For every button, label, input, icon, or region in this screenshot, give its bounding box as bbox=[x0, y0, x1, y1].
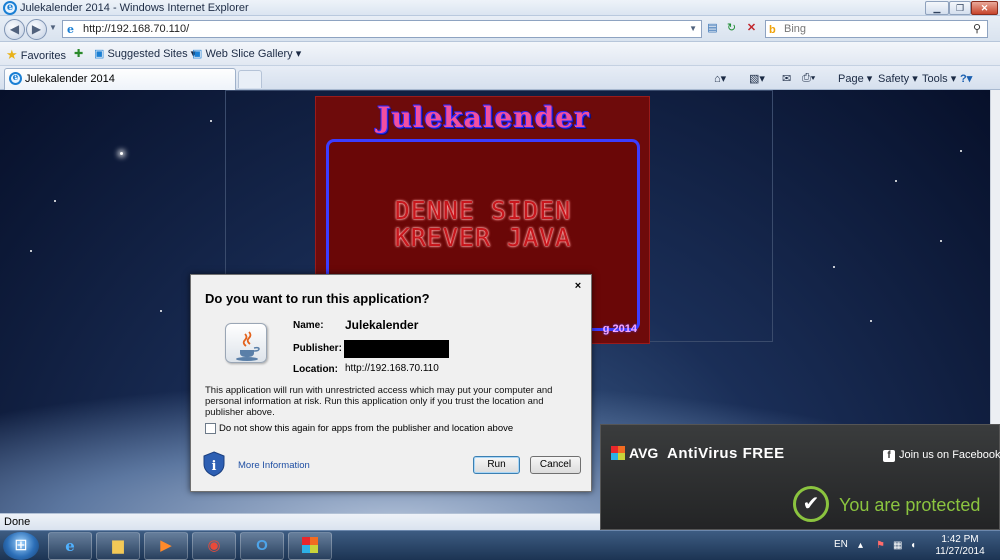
star-decoration bbox=[960, 150, 962, 152]
address-bar: ◀ ▶ ▼ e http://192.168.70.110/ ▼ ▤ ↻ ✕ b… bbox=[0, 16, 1000, 42]
star-decoration bbox=[210, 120, 212, 122]
page-icon: ▣ bbox=[192, 48, 203, 60]
taskbar-media-player-icon[interactable]: ▶ bbox=[144, 532, 188, 560]
window-title: Julekalender 2014 - Windows Internet Exp… bbox=[20, 2, 249, 14]
page-menu[interactable]: Page ▾ bbox=[838, 72, 872, 85]
close-window-button[interactable]: ✕ bbox=[971, 1, 998, 15]
maximize-button[interactable]: ❐ bbox=[949, 1, 971, 15]
tab-favicon: e bbox=[9, 72, 22, 85]
url-input[interactable]: e http://192.168.70.110/ ▼ bbox=[62, 20, 702, 38]
tab-julekalender[interactable]: e Julekalender 2014 bbox=[4, 68, 236, 90]
taskbar-chrome-icon[interactable]: ◉ bbox=[192, 532, 236, 560]
name-label: Name: bbox=[293, 320, 324, 331]
search-placeholder: Bing bbox=[784, 23, 807, 35]
language-indicator[interactable]: EN bbox=[834, 539, 848, 550]
run-button[interactable]: Run bbox=[473, 456, 520, 474]
avg-product-name: AntiVirus FREE bbox=[667, 445, 785, 462]
url-text: http://192.168.70.110/ bbox=[83, 23, 190, 35]
location-label: Location: bbox=[293, 364, 338, 375]
url-dropdown-icon[interactable]: ▼ bbox=[689, 21, 697, 37]
mail-icon[interactable]: ✉ bbox=[782, 72, 791, 85]
status-text: Done bbox=[4, 516, 31, 528]
taskbar-ie-icon[interactable]: e bbox=[48, 532, 92, 560]
risk-warning-text: This application will run with unrestric… bbox=[205, 385, 553, 418]
star-decoration bbox=[870, 320, 872, 322]
avg-logo-icon bbox=[611, 446, 625, 460]
print-icon[interactable]: ⎙▾ bbox=[802, 72, 815, 85]
favorites-bar: ★ Favorites ✚ ▣ Suggested Sites ▾ ▣ Web … bbox=[0, 42, 1000, 66]
taskbar-explorer-icon[interactable]: ▆ bbox=[96, 532, 140, 560]
publisher-label: Publisher: bbox=[293, 343, 342, 354]
system-clock[interactable]: 1:42 PM 11/27/2014 bbox=[932, 534, 988, 558]
title-bar: e Julekalender 2014 - Windows Internet E… bbox=[0, 0, 1000, 16]
new-tab-button[interactable] bbox=[238, 70, 262, 88]
page-icon: e bbox=[67, 23, 74, 36]
start-button[interactable]: ⊞ bbox=[3, 532, 39, 560]
java-security-dialog: Do you want to run this application? × N… bbox=[190, 274, 592, 492]
tray-network-icon[interactable]: ▦ bbox=[893, 540, 902, 551]
history-dropdown-icon[interactable]: ▼ bbox=[49, 23, 57, 32]
help-icon[interactable]: ?▾ bbox=[960, 72, 972, 85]
tray-action-center-icon[interactable]: ⚑ bbox=[876, 540, 885, 551]
info-shield-icon: i bbox=[203, 451, 225, 477]
taskbar: ⊞ e ▆ ▶ ◉ O EN ▴ ⚑ ▦ ◖ 1:42 PM 11/27/201… bbox=[0, 530, 1000, 560]
java-required-message: DENNE SIDEN KREVER JAVA bbox=[394, 196, 572, 252]
tab-bar: e Julekalender 2014 ⌂▾ ▧▾ ✉ ⎙▾ Page ▾ Sa… bbox=[0, 66, 1000, 90]
feeds-icon[interactable]: ▧▾ bbox=[749, 72, 765, 85]
star-decoration bbox=[120, 152, 123, 155]
do-not-show-label[interactable]: Do not show this again for apps from the… bbox=[219, 423, 513, 434]
svg-text:i: i bbox=[212, 459, 217, 474]
favorites-star-icon: ★ bbox=[6, 47, 18, 62]
compatibility-view-icon[interactable]: ▤ bbox=[705, 21, 720, 36]
ie-logo-icon: e bbox=[3, 1, 17, 15]
tray-volume-icon[interactable]: ◖ bbox=[910, 540, 916, 551]
star-decoration bbox=[54, 200, 56, 202]
protection-status: You are protected bbox=[839, 495, 981, 515]
location-value: http://192.168.70.110 bbox=[345, 363, 439, 374]
home-icon[interactable]: ⌂▾ bbox=[714, 72, 726, 85]
back-button[interactable]: ◀ bbox=[4, 19, 25, 40]
search-input[interactable]: b Bing ⚲ bbox=[765, 20, 988, 38]
facebook-icon: f bbox=[883, 450, 895, 462]
refresh-icon[interactable]: ↻ bbox=[724, 21, 739, 36]
star-decoration bbox=[833, 266, 835, 268]
page-icon: ▣ bbox=[94, 48, 105, 60]
avg-logo: AVG bbox=[611, 445, 658, 461]
minimize-button[interactable]: ▁ bbox=[925, 1, 949, 15]
avg-notification[interactable]: AVG AntiVirus FREE f Join us on Facebook … bbox=[600, 424, 1000, 530]
java-icon bbox=[225, 323, 267, 363]
suggested-sites-link[interactable]: ▣ Suggested Sites ▾ bbox=[94, 47, 196, 60]
star-decoration bbox=[160, 310, 162, 312]
publisher-redacted bbox=[344, 340, 449, 358]
web-slice-gallery-link[interactable]: ▣ Web Slice Gallery ▾ bbox=[192, 47, 301, 60]
do-not-show-checkbox[interactable] bbox=[205, 423, 216, 434]
forward-button[interactable]: ▶ bbox=[26, 19, 47, 40]
favorites-button[interactable]: ★ Favorites bbox=[6, 47, 66, 63]
safety-menu[interactable]: Safety ▾ bbox=[878, 72, 918, 85]
application-name: Julekalender bbox=[345, 318, 419, 332]
year-label: g 2014 bbox=[602, 323, 637, 335]
tools-menu[interactable]: Tools ▾ bbox=[922, 72, 956, 85]
taskbar-avg-icon[interactable] bbox=[288, 532, 332, 560]
more-information-link[interactable]: More Information bbox=[238, 460, 310, 471]
star-decoration bbox=[30, 250, 32, 252]
tray-arrow-icon[interactable]: ▴ bbox=[858, 540, 863, 551]
cancel-button[interactable]: Cancel bbox=[530, 456, 581, 474]
dialog-title: Do you want to run this application? bbox=[205, 291, 430, 306]
taskbar-outlook-icon[interactable]: O bbox=[240, 532, 284, 560]
bing-icon: b bbox=[769, 24, 776, 36]
star-decoration bbox=[940, 240, 942, 242]
star-decoration bbox=[895, 180, 897, 182]
calendar-heading: Julekalender bbox=[377, 101, 590, 134]
facebook-link[interactable]: f Join us on Facebook bbox=[883, 449, 1000, 462]
protected-check-icon: ✔ bbox=[793, 486, 829, 522]
stop-icon[interactable]: ✕ bbox=[744, 21, 759, 36]
dialog-close-button[interactable]: × bbox=[571, 279, 585, 293]
add-favorite-icon[interactable]: ✚ bbox=[74, 47, 83, 60]
search-icon[interactable]: ⚲ bbox=[973, 21, 981, 37]
